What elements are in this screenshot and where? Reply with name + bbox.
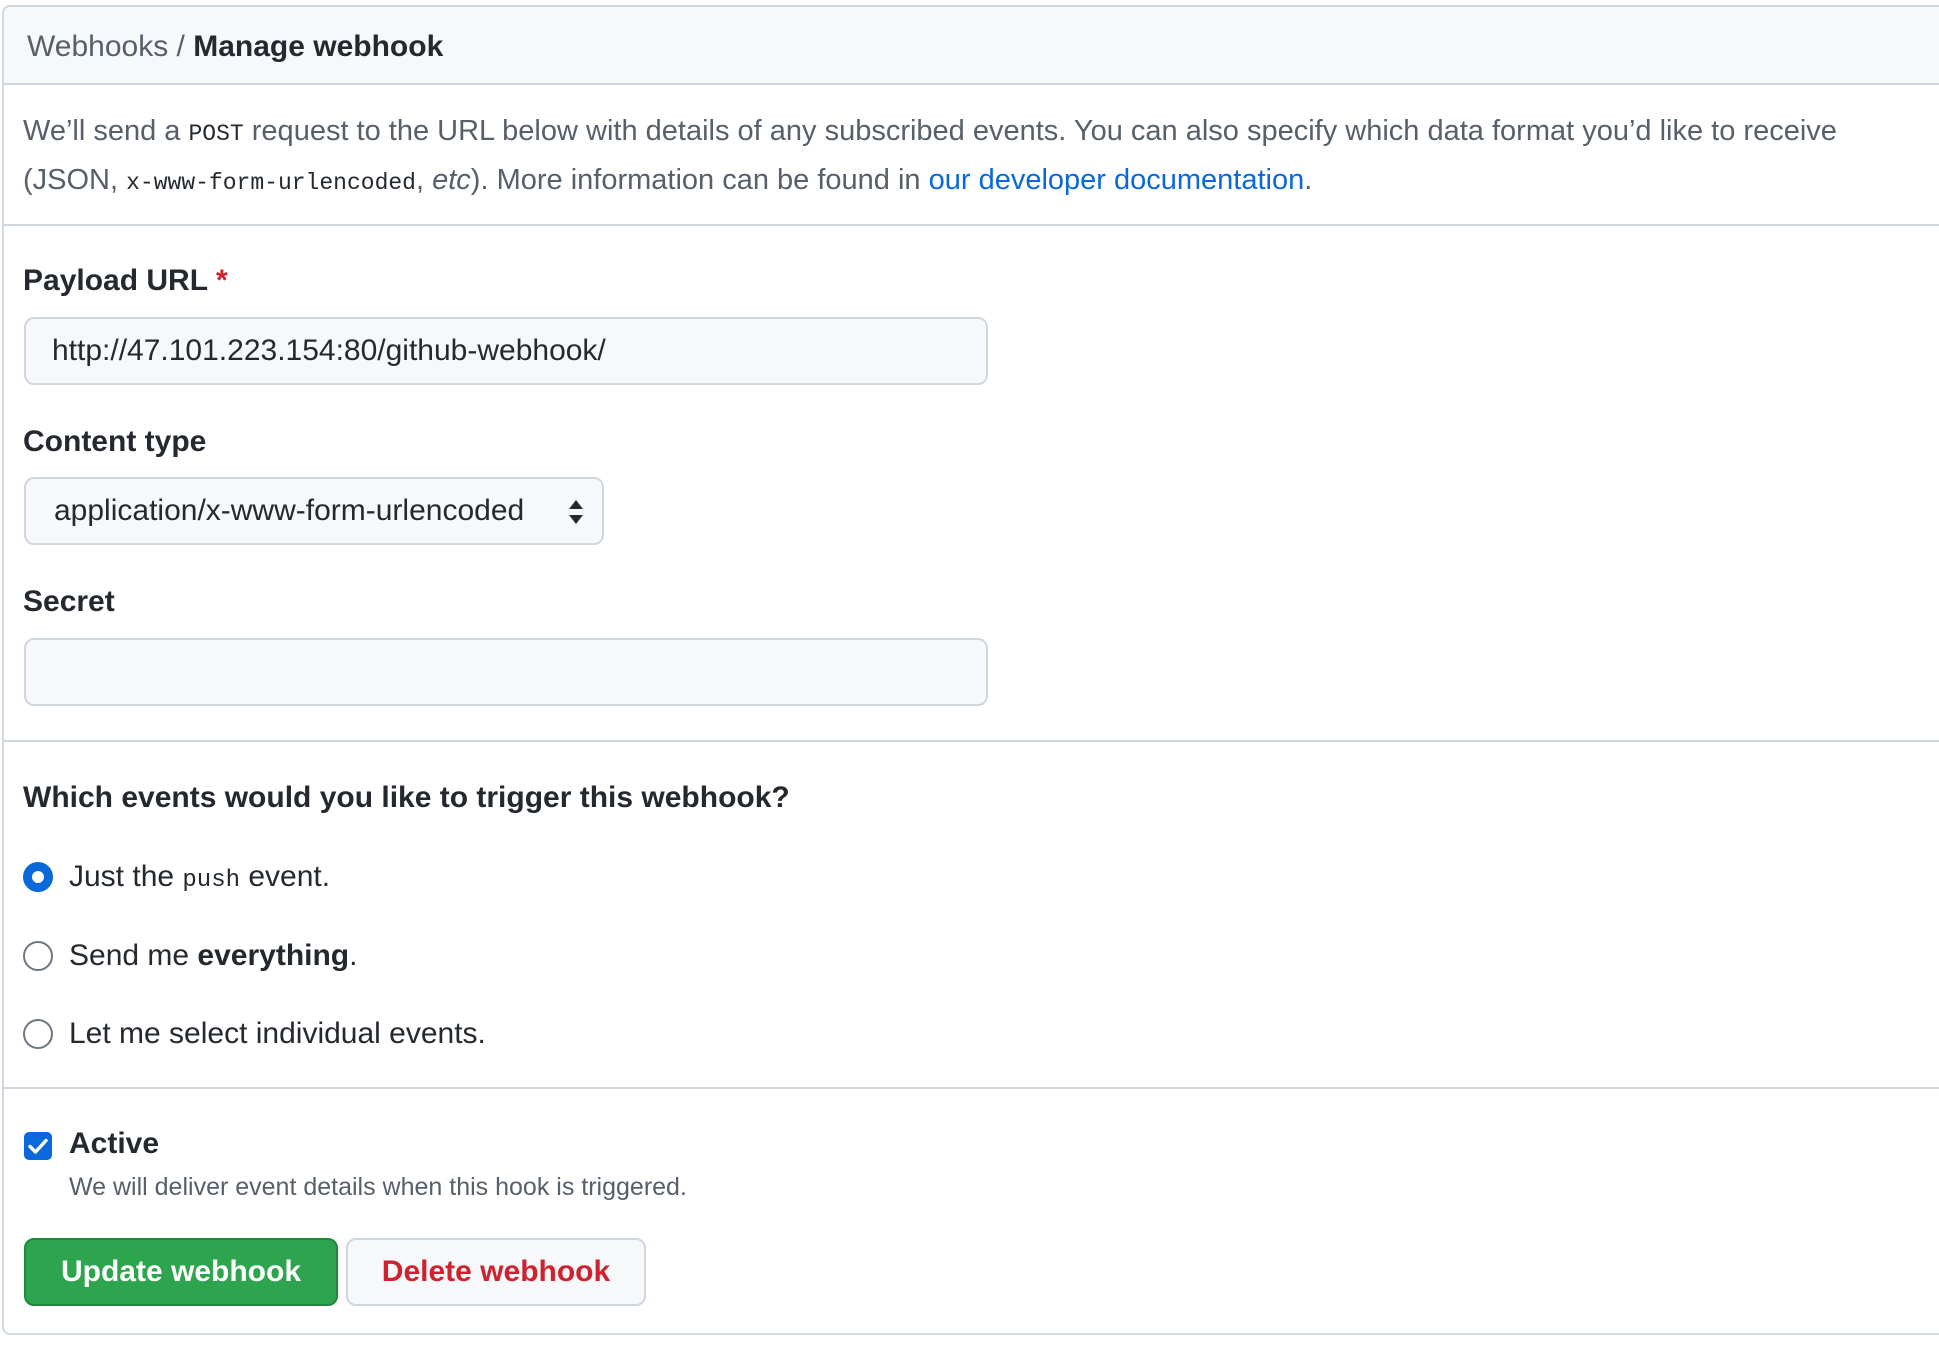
post-method-code: POST <box>188 121 244 147</box>
format-code: x-www-form-urlencoded <box>126 170 416 196</box>
radio-everything-label: Send me everything. <box>69 938 357 974</box>
breadcrumb-webhooks-link[interactable]: Webhooks <box>27 30 168 63</box>
developer-documentation-link[interactable]: our developer documentation <box>929 164 1305 196</box>
payload-url-label: Payload URL * <box>23 263 228 299</box>
intro-line-2: (JSON, x-www-form-urlencoded, etc). More… <box>23 157 1938 206</box>
required-indicator: * <box>216 264 228 297</box>
etc-text: etc <box>432 164 471 196</box>
intro-text-segment: ). More information can be found in <box>470 164 929 196</box>
secret-input[interactable] <box>24 638 988 706</box>
section-divider <box>2 1087 1939 1089</box>
events-question: Which events would you like to trigger t… <box>23 781 790 814</box>
everything-bold-text: everything <box>197 939 350 972</box>
radio-push-label: Just the push event. <box>69 859 330 899</box>
radio-everything-text: . <box>349 939 358 972</box>
checkmark-icon <box>28 1138 48 1154</box>
intro-text-segment: We’ll send a <box>23 115 189 147</box>
update-webhook-button[interactable]: Update webhook <box>24 1238 338 1306</box>
panel-header: Webhooks / Manage webhook <box>4 7 1939 85</box>
radio-push-button[interactable] <box>23 862 53 892</box>
content-type-selected-value: application/x-www-form-urlencoded <box>54 494 525 527</box>
intro-text-segment: request to the URL below with details of… <box>243 115 1837 147</box>
content-type-select[interactable]: application/x-www-form-urlencoded <box>24 477 604 545</box>
active-description: We will deliver event details when this … <box>69 1173 687 1201</box>
intro-line-1: We’ll send a POST request to the URL bel… <box>23 108 1938 157</box>
radio-everything-button[interactable] <box>23 941 53 971</box>
radio-individual-label: Let me select individual events. <box>69 1017 486 1050</box>
push-code: push <box>182 867 241 894</box>
active-checkbox[interactable] <box>24 1132 52 1160</box>
delete-webhook-button[interactable]: Delete webhook <box>346 1238 646 1306</box>
intro-text-segment: (JSON, <box>23 164 127 196</box>
radio-push-text: event. <box>240 860 331 893</box>
radio-everything-text: Send me <box>69 939 198 972</box>
breadcrumb-separator: / <box>168 30 194 63</box>
payload-url-input[interactable]: http://47.101.223.154:80/github-webhook/ <box>24 317 988 385</box>
intro-text-segment: , <box>415 164 433 196</box>
section-divider <box>2 224 1939 226</box>
content-type-label: Content type <box>23 425 207 458</box>
radio-push-text: Just the <box>69 860 183 893</box>
radio-individual-button[interactable] <box>23 1019 53 1049</box>
active-label: Active <box>69 1127 160 1160</box>
intro-text: We’ll send a POST request to the URL bel… <box>23 108 1938 206</box>
section-divider <box>2 740 1939 742</box>
payload-url-label-text: Payload URL <box>23 264 209 297</box>
breadcrumb-current: Manage webhook <box>193 30 444 63</box>
intro-text-segment: . <box>1304 164 1313 196</box>
secret-label: Secret <box>23 585 115 618</box>
breadcrumb: Webhooks / Manage webhook <box>27 29 443 65</box>
select-arrows-icon <box>569 500 583 524</box>
